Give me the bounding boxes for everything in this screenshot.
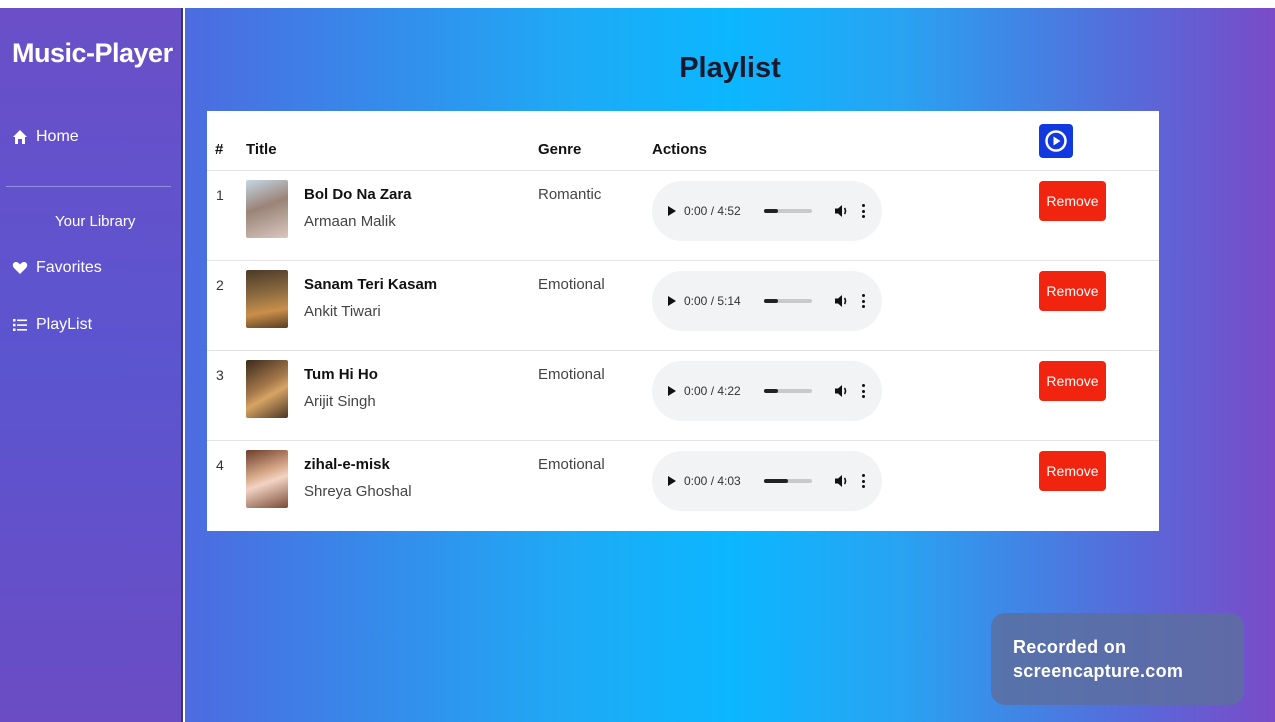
remove-button[interactable]: Remove <box>1039 451 1106 491</box>
brand-title: Music-Player <box>12 38 173 68</box>
remove-button[interactable]: Remove <box>1039 271 1106 311</box>
volume-icon[interactable] <box>834 294 850 308</box>
audio-player[interactable]: 0:00 / 5:14 <box>652 271 882 331</box>
song-genre: Romantic <box>538 186 602 203</box>
sidebar-divider <box>6 186 171 187</box>
play-icon[interactable] <box>668 386 676 396</box>
album-art <box>246 180 288 238</box>
more-options-icon[interactable] <box>858 294 868 308</box>
table-row: 2 Sanam Teri Kasam Ankit Tiwari Emotiona… <box>207 261 1159 351</box>
row-number: 1 <box>216 187 224 203</box>
song-artist: Ankit Tiwari <box>304 303 381 320</box>
song-title: Sanam Teri Kasam <box>304 276 438 293</box>
row-number: 3 <box>216 367 224 383</box>
library-label: Your Library <box>55 213 136 230</box>
play-all-button[interactable] <box>1039 124 1073 158</box>
sidebar-item-playlist[interactable]: PlayList <box>12 316 92 334</box>
volume-icon[interactable] <box>834 204 850 218</box>
song-title: Bol Do Na Zara <box>304 186 412 203</box>
audio-player[interactable]: 0:00 / 4:52 <box>652 181 882 241</box>
more-options-icon[interactable] <box>858 204 868 218</box>
play-circle-icon <box>1045 130 1067 152</box>
sidebar-item-home[interactable]: Home <box>12 128 79 146</box>
sidebar-item-favorites[interactable]: Favorites <box>12 259 102 277</box>
more-options-icon[interactable] <box>858 384 868 398</box>
song-genre: Emotional <box>538 366 605 383</box>
column-header-number: # <box>215 141 224 158</box>
song-artist: Armaan Malik <box>304 213 396 230</box>
audio-player[interactable]: 0:00 / 4:22 <box>652 361 882 421</box>
list-icon <box>12 317 28 333</box>
volume-icon[interactable] <box>834 474 850 488</box>
song-title: zihal-e-misk <box>304 456 390 473</box>
table-row: 1 Bol Do Na Zara Armaan Malik Romantic 0… <box>207 171 1159 261</box>
audio-time: 0:00 / 4:52 <box>684 204 741 218</box>
sidebar: Music-Player Home Your Library Favorites… <box>0 8 183 722</box>
song-genre: Emotional <box>538 276 605 293</box>
song-title: Tum Hi Ho <box>304 366 378 383</box>
song-artist: Arijit Singh <box>304 393 376 410</box>
table-row: 4 zihal-e-misk Shreya Ghoshal Emotional … <box>207 441 1159 531</box>
audio-player[interactable]: 0:00 / 4:03 <box>652 451 882 511</box>
song-genre: Emotional <box>538 456 605 473</box>
song-artist: Shreya Ghoshal <box>304 483 412 500</box>
play-icon[interactable] <box>668 476 676 486</box>
volume-slider[interactable] <box>764 299 812 303</box>
album-art <box>246 360 288 418</box>
heart-icon <box>12 260 28 276</box>
album-art <box>246 270 288 328</box>
sidebar-item-label: PlayList <box>36 316 93 333</box>
remove-button[interactable]: Remove <box>1039 181 1106 221</box>
play-icon[interactable] <box>668 296 676 306</box>
watermark-line-1: Recorded on <box>1013 637 1127 657</box>
volume-slider[interactable] <box>764 479 812 483</box>
more-options-icon[interactable] <box>858 474 868 488</box>
row-number: 4 <box>216 457 224 473</box>
column-header-actions: Actions <box>652 141 708 158</box>
sidebar-item-label: Home <box>36 128 79 145</box>
recording-watermark: Recorded on screencapture.com <box>991 613 1244 705</box>
remove-button[interactable]: Remove <box>1039 361 1106 401</box>
column-header-title: Title <box>246 141 277 158</box>
top-strip <box>0 0 1275 8</box>
table-row: 3 Tum Hi Ho Arijit Singh Emotional 0:00 … <box>207 351 1159 441</box>
row-number: 2 <box>216 277 224 293</box>
page-title: Playlist <box>679 52 781 84</box>
volume-icon[interactable] <box>834 384 850 398</box>
watermark-line-2: screencapture.com <box>1013 661 1184 681</box>
sidebar-item-label: Favorites <box>36 259 102 276</box>
audio-time: 0:00 / 4:22 <box>684 384 741 398</box>
album-art <box>246 450 288 508</box>
audio-time: 0:00 / 4:03 <box>684 474 741 488</box>
audio-time: 0:00 / 5:14 <box>684 294 741 308</box>
playlist-table: # Title Genre Actions 1 Bol Do Na Zara A… <box>207 111 1159 531</box>
home-icon <box>12 129 28 145</box>
column-header-genre: Genre <box>538 141 582 158</box>
play-icon[interactable] <box>668 206 676 216</box>
volume-slider[interactable] <box>764 389 812 393</box>
volume-slider[interactable] <box>764 209 812 213</box>
